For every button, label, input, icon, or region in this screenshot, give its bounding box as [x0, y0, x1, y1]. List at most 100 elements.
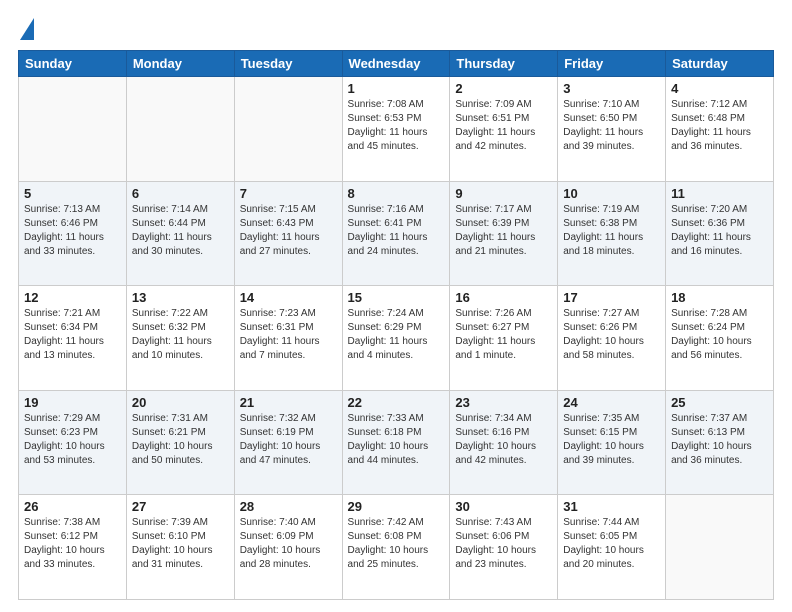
calendar-cell: 1 Sunrise: 7:08 AM Sunset: 6:53 PM Daylig… — [342, 77, 450, 182]
day-info: Sunrise: 7:38 AM Sunset: 6:12 PM Dayligh… — [24, 516, 121, 572]
day-info: Sunrise: 7:34 AM Sunset: 6:16 PM Dayligh… — [455, 412, 552, 468]
day-number: 20 — [132, 395, 229, 410]
calendar-cell: 26 Sunrise: 7:38 AM Sunset: 6:12 PM Dayli… — [19, 495, 127, 600]
calendar-week-1: 5 Sunrise: 7:13 AM Sunset: 6:46 PM Daylig… — [19, 181, 774, 286]
calendar-week-2: 12 Sunrise: 7:21 AM Sunset: 6:34 PM Dayli… — [19, 286, 774, 391]
calendar-cell: 12 Sunrise: 7:21 AM Sunset: 6:34 PM Dayli… — [19, 286, 127, 391]
day-number: 17 — [563, 290, 660, 305]
calendar-cell: 14 Sunrise: 7:23 AM Sunset: 6:31 PM Dayli… — [234, 286, 342, 391]
day-info: Sunrise: 7:10 AM Sunset: 6:50 PM Dayligh… — [563, 98, 660, 154]
calendar-cell: 27 Sunrise: 7:39 AM Sunset: 6:10 PM Dayli… — [126, 495, 234, 600]
logo-triangle-icon — [20, 18, 34, 40]
day-info: Sunrise: 7:22 AM Sunset: 6:32 PM Dayligh… — [132, 307, 229, 363]
calendar-week-3: 19Sunrise: 7:29 AM Sunset: 6:23 PM Dayli… — [19, 390, 774, 495]
day-number: 25 — [671, 395, 768, 410]
day-info: Sunrise: 7:20 AM Sunset: 6:36 PM Dayligh… — [671, 203, 768, 259]
day-number: 22 — [348, 395, 445, 410]
weekday-header-monday: Monday — [126, 51, 234, 77]
day-number: 5 — [24, 186, 121, 201]
day-info: Sunrise: 7:24 AM Sunset: 6:29 PM Dayligh… — [348, 307, 445, 363]
day-number: 16 — [455, 290, 552, 305]
day-info: Sunrise: 7:09 AM Sunset: 6:51 PM Dayligh… — [455, 98, 552, 154]
calendar-cell: 30Sunrise: 7:43 AM Sunset: 6:06 PM Dayli… — [450, 495, 558, 600]
day-number: 8 — [348, 186, 445, 201]
calendar-cell — [126, 77, 234, 182]
calendar-cell — [19, 77, 127, 182]
day-number: 11 — [671, 186, 768, 201]
calendar-week-4: 26 Sunrise: 7:38 AM Sunset: 6:12 PM Dayli… — [19, 495, 774, 600]
weekday-header-saturday: Saturday — [666, 51, 774, 77]
calendar-cell: 21 Sunrise: 7:32 AM Sunset: 6:19 PM Dayli… — [234, 390, 342, 495]
day-number: 30 — [455, 499, 552, 514]
day-info: Sunrise: 7:33 AM Sunset: 6:18 PM Dayligh… — [348, 412, 445, 468]
calendar-cell: 23Sunrise: 7:34 AM Sunset: 6:16 PM Dayli… — [450, 390, 558, 495]
day-number: 19 — [24, 395, 121, 410]
calendar-cell: 17Sunrise: 7:27 AM Sunset: 6:26 PM Dayli… — [558, 286, 666, 391]
weekday-header-thursday: Thursday — [450, 51, 558, 77]
day-number: 21 — [240, 395, 337, 410]
day-info: Sunrise: 7:37 AM Sunset: 6:13 PM Dayligh… — [671, 412, 768, 468]
day-info: Sunrise: 7:35 AM Sunset: 6:15 PM Dayligh… — [563, 412, 660, 468]
day-info: Sunrise: 7:19 AM Sunset: 6:38 PM Dayligh… — [563, 203, 660, 259]
day-info: Sunrise: 7:12 AM Sunset: 6:48 PM Dayligh… — [671, 98, 768, 154]
calendar-cell: 2Sunrise: 7:09 AM Sunset: 6:51 PM Daylig… — [450, 77, 558, 182]
weekday-header-sunday: Sunday — [19, 51, 127, 77]
day-info: Sunrise: 7:39 AM Sunset: 6:10 PM Dayligh… — [132, 516, 229, 572]
day-info: Sunrise: 7:17 AM Sunset: 6:39 PM Dayligh… — [455, 203, 552, 259]
day-number: 14 — [240, 290, 337, 305]
header — [18, 18, 774, 42]
day-info: Sunrise: 7:08 AM Sunset: 6:53 PM Dayligh… — [348, 98, 445, 154]
day-number: 10 — [563, 186, 660, 201]
day-info: Sunrise: 7:26 AM Sunset: 6:27 PM Dayligh… — [455, 307, 552, 363]
calendar-cell: 10 Sunrise: 7:19 AM Sunset: 6:38 PM Dayli… — [558, 181, 666, 286]
day-info: Sunrise: 7:23 AM Sunset: 6:31 PM Dayligh… — [240, 307, 337, 363]
day-number: 18 — [671, 290, 768, 305]
calendar-cell: 6 Sunrise: 7:14 AM Sunset: 6:44 PM Daylig… — [126, 181, 234, 286]
day-info: Sunrise: 7:21 AM Sunset: 6:34 PM Dayligh… — [24, 307, 121, 363]
calendar-cell: 29 Sunrise: 7:42 AM Sunset: 6:08 PM Dayli… — [342, 495, 450, 600]
day-info: Sunrise: 7:15 AM Sunset: 6:43 PM Dayligh… — [240, 203, 337, 259]
calendar-cell: 22 Sunrise: 7:33 AM Sunset: 6:18 PM Dayli… — [342, 390, 450, 495]
calendar-cell: 8 Sunrise: 7:16 AM Sunset: 6:41 PM Daylig… — [342, 181, 450, 286]
day-number: 29 — [348, 499, 445, 514]
logo — [18, 18, 34, 42]
calendar-cell: 15 Sunrise: 7:24 AM Sunset: 6:29 PM Dayli… — [342, 286, 450, 391]
calendar-cell: 4 Sunrise: 7:12 AM Sunset: 6:48 PM Daylig… — [666, 77, 774, 182]
day-info: Sunrise: 7:28 AM Sunset: 6:24 PM Dayligh… — [671, 307, 768, 363]
day-number: 4 — [671, 81, 768, 96]
day-number: 15 — [348, 290, 445, 305]
day-number: 26 — [24, 499, 121, 514]
day-info: Sunrise: 7:13 AM Sunset: 6:46 PM Dayligh… — [24, 203, 121, 259]
day-info: Sunrise: 7:40 AM Sunset: 6:09 PM Dayligh… — [240, 516, 337, 572]
day-number: 7 — [240, 186, 337, 201]
day-info: Sunrise: 7:32 AM Sunset: 6:19 PM Dayligh… — [240, 412, 337, 468]
day-number: 6 — [132, 186, 229, 201]
day-number: 28 — [240, 499, 337, 514]
day-number: 12 — [24, 290, 121, 305]
day-info: Sunrise: 7:14 AM Sunset: 6:44 PM Dayligh… — [132, 203, 229, 259]
calendar-cell: 18 Sunrise: 7:28 AM Sunset: 6:24 PM Dayli… — [666, 286, 774, 391]
day-info: Sunrise: 7:44 AM Sunset: 6:05 PM Dayligh… — [563, 516, 660, 572]
calendar-cell: 24 Sunrise: 7:35 AM Sunset: 6:15 PM Dayli… — [558, 390, 666, 495]
page: SundayMondayTuesdayWednesdayThursdayFrid… — [0, 0, 792, 612]
day-number: 27 — [132, 499, 229, 514]
calendar-cell: 25 Sunrise: 7:37 AM Sunset: 6:13 PM Dayli… — [666, 390, 774, 495]
day-number: 24 — [563, 395, 660, 410]
day-info: Sunrise: 7:31 AM Sunset: 6:21 PM Dayligh… — [132, 412, 229, 468]
calendar-cell: 28 Sunrise: 7:40 AM Sunset: 6:09 PM Dayli… — [234, 495, 342, 600]
calendar-cell — [234, 77, 342, 182]
calendar-cell: 19Sunrise: 7:29 AM Sunset: 6:23 PM Dayli… — [19, 390, 127, 495]
day-number: 3 — [563, 81, 660, 96]
calendar-cell: 13Sunrise: 7:22 AM Sunset: 6:32 PM Dayli… — [126, 286, 234, 391]
weekday-header-tuesday: Tuesday — [234, 51, 342, 77]
calendar-cell: 11 Sunrise: 7:20 AM Sunset: 6:36 PM Dayli… — [666, 181, 774, 286]
day-number: 31 — [563, 499, 660, 514]
calendar-cell: 20 Sunrise: 7:31 AM Sunset: 6:21 PM Dayli… — [126, 390, 234, 495]
calendar-cell: 5 Sunrise: 7:13 AM Sunset: 6:46 PM Daylig… — [19, 181, 127, 286]
day-info: Sunrise: 7:42 AM Sunset: 6:08 PM Dayligh… — [348, 516, 445, 572]
calendar-cell: 7 Sunrise: 7:15 AM Sunset: 6:43 PM Daylig… — [234, 181, 342, 286]
day-info: Sunrise: 7:16 AM Sunset: 6:41 PM Dayligh… — [348, 203, 445, 259]
day-number: 1 — [348, 81, 445, 96]
calendar-cell: 31 Sunrise: 7:44 AM Sunset: 6:05 PM Dayli… — [558, 495, 666, 600]
calendar-cell: 16 Sunrise: 7:26 AM Sunset: 6:27 PM Dayli… — [450, 286, 558, 391]
